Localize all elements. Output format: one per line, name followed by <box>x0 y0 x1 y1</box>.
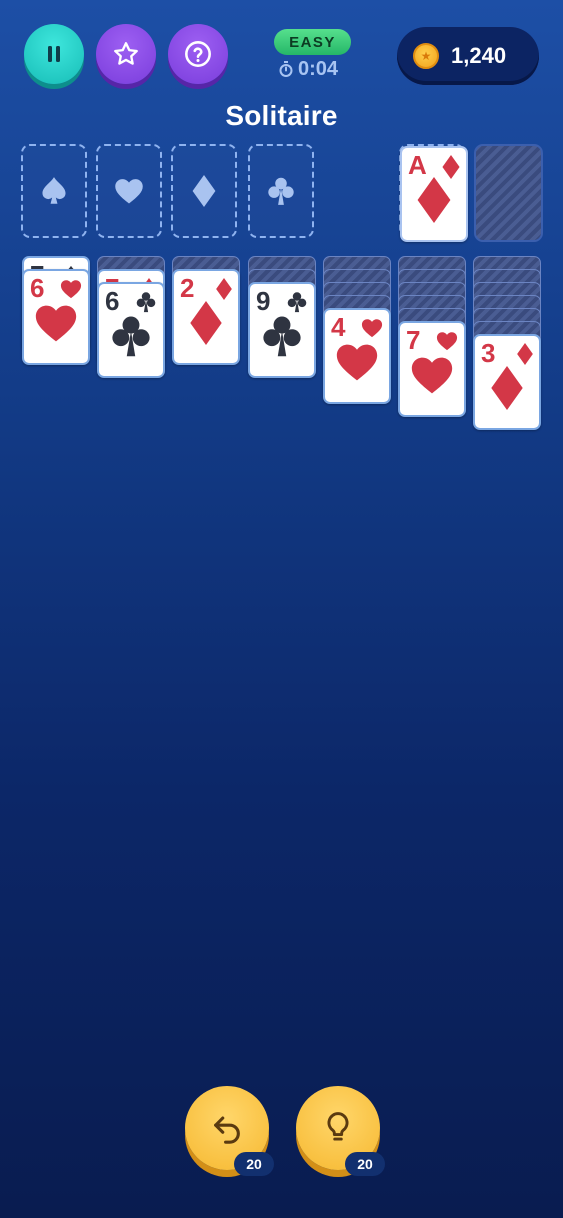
favorite-button[interactable] <box>96 24 156 84</box>
diamond-icon <box>517 343 533 365</box>
question-icon <box>185 41 211 67</box>
coin-icon: ★ <box>413 43 439 69</box>
card-rank: 2 <box>180 273 195 303</box>
tableau-card[interactable]: 9 <box>248 282 316 378</box>
foundation-diamonds[interactable] <box>171 144 237 238</box>
card-rank: 7 <box>406 325 421 355</box>
club-icon <box>263 316 301 357</box>
card-rank: 3 <box>481 338 496 368</box>
page-title: Solitaire <box>225 100 338 131</box>
pause-icon <box>48 46 60 62</box>
heart-icon <box>436 332 458 351</box>
tableau-card[interactable]: 6 <box>97 282 165 378</box>
diamond-icon <box>417 177 451 224</box>
spade-icon <box>42 177 66 204</box>
diamond-icon <box>192 175 216 207</box>
star-icon <box>114 42 138 65</box>
stock-pile[interactable] <box>474 144 543 242</box>
stopwatch-icon <box>279 61 293 77</box>
heart-icon <box>35 306 77 342</box>
diamond-icon <box>190 301 222 346</box>
heart-icon <box>60 280 82 299</box>
tableau-card[interactable]: 3 <box>473 334 541 430</box>
coin-amount: 1,240 <box>451 43 507 68</box>
card-rank: 9 <box>256 286 271 316</box>
timer-value: 0:04 <box>298 57 339 80</box>
heart-icon <box>411 358 453 394</box>
diamond-icon <box>216 278 232 300</box>
heart-icon <box>115 179 143 204</box>
lightbulb-icon <box>327 1112 349 1141</box>
card-rank: 6 <box>30 273 45 303</box>
tableau-card[interactable]: 7 <box>398 321 466 417</box>
hint-count-badge: 20 <box>345 1152 385 1176</box>
foundation-spades[interactable] <box>21 144 87 238</box>
heart-icon <box>336 345 378 381</box>
waste-card[interactable]: A <box>400 146 468 242</box>
help-button[interactable] <box>168 24 228 84</box>
club-icon <box>112 316 150 357</box>
undo-icon <box>214 1116 240 1144</box>
tableau-card[interactable]: 4 <box>323 308 391 404</box>
club-icon <box>287 292 307 313</box>
undo-count-badge: 20 <box>234 1152 274 1176</box>
coin-balance[interactable]: ★ 1,240 <box>397 27 539 85</box>
card-rank: 6 <box>105 286 120 316</box>
diamond-icon <box>491 366 523 411</box>
club-icon <box>268 177 294 205</box>
difficulty-badge: EASY <box>274 29 351 55</box>
game-timer: 0:04 <box>279 57 338 81</box>
tableau-card[interactable]: 6 <box>22 269 90 365</box>
diamond-icon <box>442 155 460 179</box>
foundation-hearts[interactable] <box>96 144 162 238</box>
tableau-card[interactable]: 2 <box>172 269 240 365</box>
heart-icon <box>361 319 383 338</box>
pause-button[interactable] <box>24 24 84 84</box>
card-rank: 4 <box>331 312 346 342</box>
foundation-clubs[interactable] <box>248 144 314 238</box>
card-rank: A <box>408 150 427 180</box>
club-icon <box>136 292 156 313</box>
